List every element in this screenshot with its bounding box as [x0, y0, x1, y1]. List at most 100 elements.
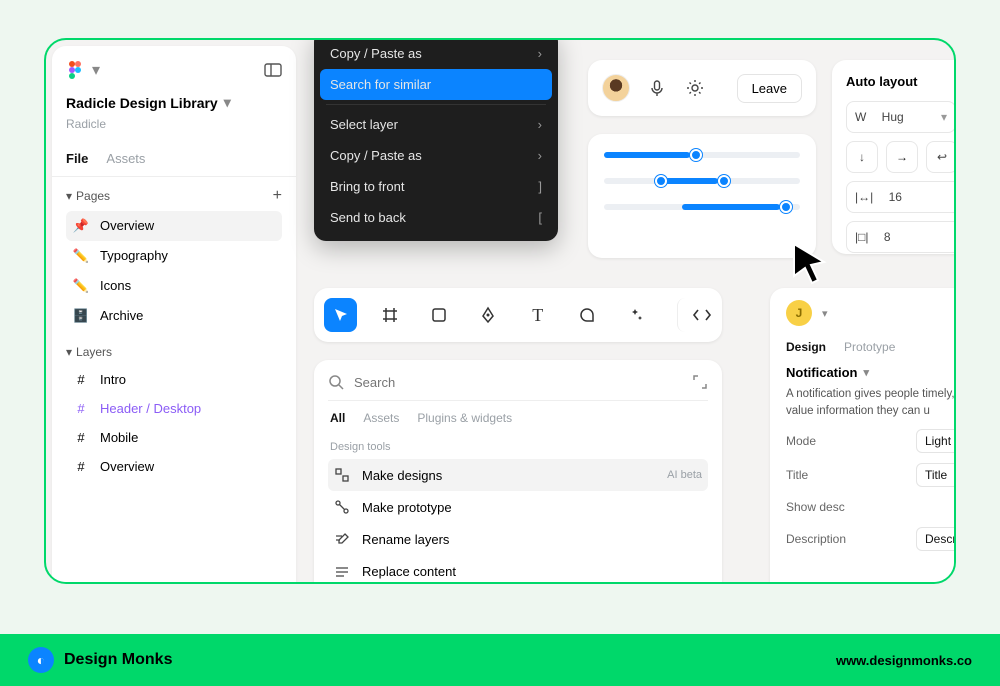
slider-1[interactable]: [604, 152, 800, 158]
proto-icon: [334, 499, 350, 515]
search-result-row[interactable]: Make prototype: [328, 491, 708, 523]
chevron-down-icon[interactable]: ▾: [66, 345, 72, 359]
search-input[interactable]: [354, 375, 682, 390]
toolbar: T: [314, 288, 722, 342]
expand-icon[interactable]: [692, 374, 708, 390]
gap-chip[interactable]: |□| 8: [846, 221, 956, 253]
chevron-right-icon: ›: [538, 46, 542, 61]
auto-layout-panel: Auto layout W Hug▾ H ↓ → ↩ |↔| 16▾ |□| 8: [832, 60, 956, 254]
tool-comment-icon[interactable]: [570, 298, 603, 332]
tool-devmode-icon[interactable]: [677, 298, 712, 332]
panel-toggle-icon[interactable]: [264, 63, 282, 77]
rename-icon: [334, 531, 350, 547]
context-menu-item[interactable]: Copy / Paste as›: [320, 38, 552, 69]
sidebar-tab-file[interactable]: File: [66, 151, 88, 166]
user-initial-avatar[interactable]: J: [786, 300, 812, 326]
tool-frame-icon[interactable]: [373, 298, 406, 332]
page-icon: ✏️: [72, 248, 90, 264]
search-result-row[interactable]: Replace content: [328, 555, 708, 584]
spacing-chip[interactable]: |↔| 16▾: [846, 181, 956, 213]
tool-rect-icon[interactable]: [423, 298, 456, 332]
layer-item[interactable]: #Overview: [66, 452, 282, 481]
rp-tab-prototype[interactable]: Prototype: [844, 340, 895, 354]
rp-section-title[interactable]: Notification▾: [786, 365, 869, 380]
layer-item[interactable]: #Mobile: [66, 423, 282, 452]
figma-icon[interactable]: [66, 61, 84, 79]
brand-url: www.designmonks.co: [836, 653, 972, 668]
leave-button[interactable]: Leave: [737, 74, 802, 103]
cursor-icon: [788, 240, 832, 288]
rp-mode-label: Mode: [786, 434, 816, 448]
context-menu-item[interactable]: Select layer›: [320, 109, 552, 140]
search-tab-plugins[interactable]: Plugins & widgets: [417, 411, 512, 425]
search-panel: All Assets Plugins & widgets Design tool…: [314, 360, 722, 584]
rp-desc-input[interactable]: Description: [916, 527, 956, 551]
page-icon: ✏️: [72, 278, 90, 294]
tool-pen-icon[interactable]: [472, 298, 505, 332]
sliders-panel: [588, 134, 816, 258]
project-subtitle: Radicle: [66, 117, 282, 131]
user-avatar[interactable]: [602, 74, 630, 102]
sidebar-tab-assets[interactable]: Assets: [106, 151, 145, 166]
tool-text-icon[interactable]: T: [521, 298, 554, 332]
frame-icon: #: [72, 459, 90, 474]
page-item[interactable]: 🗄️Archive: [66, 301, 282, 331]
design-icon: [334, 467, 350, 483]
left-sidebar: ▾ Radicle Design Library▾ Radicle File A…: [52, 46, 296, 584]
layers-label: Layers: [76, 345, 112, 359]
mic-icon[interactable]: [646, 77, 668, 99]
width-chip[interactable]: W Hug▾: [846, 101, 956, 133]
page-icon: 🗄️: [72, 308, 90, 324]
context-menu-item[interactable]: Bring to front]: [320, 171, 552, 202]
project-title[interactable]: Radicle Design Library▾: [66, 94, 231, 111]
page-item[interactable]: ✏️Typography: [66, 241, 282, 271]
right-panel: J ▾ ▾ Design Prototype Notification▾ A n…: [770, 288, 956, 584]
rp-mode-select[interactable]: Light▾: [916, 429, 956, 453]
chevron-down-icon[interactable]: ▾: [92, 60, 100, 80]
add-page-icon[interactable]: +: [273, 187, 282, 205]
brand-name: Design Monks: [64, 651, 172, 669]
arrow-down-icon[interactable]: ↓: [846, 141, 878, 173]
rp-title-label: Title: [786, 468, 808, 482]
search-icon: [328, 374, 344, 390]
replace-icon: [334, 563, 350, 579]
slider-3[interactable]: [604, 204, 800, 210]
tool-ai-icon[interactable]: [620, 298, 653, 332]
pages-label: Pages: [76, 189, 110, 203]
search-result-row[interactable]: Make designsAI beta: [328, 459, 708, 491]
rp-desc-label: Description: [786, 532, 846, 546]
context-menu-item[interactable]: Search for similar: [320, 69, 552, 100]
slider-2[interactable]: [604, 178, 800, 184]
frame-icon: #: [72, 372, 90, 387]
search-tab-assets[interactable]: Assets: [363, 411, 399, 425]
gap-icon: |□|: [855, 230, 868, 244]
rp-title-input[interactable]: Title: [916, 463, 956, 487]
page-icon: 📌: [72, 218, 90, 234]
wrap-icon[interactable]: ↩: [926, 141, 956, 173]
search-group-label: Design tools: [330, 441, 706, 453]
rp-description: A notification gives people timely, high…: [786, 386, 956, 419]
rp-showdesc-label: Show desc: [786, 500, 845, 514]
frame-icon: #: [72, 401, 90, 416]
layer-item[interactable]: #Intro: [66, 365, 282, 394]
layer-item[interactable]: #Header / Desktop: [66, 394, 282, 423]
context-menu-item[interactable]: Copy / Paste as›: [320, 140, 552, 171]
chevron-down-icon[interactable]: ▾: [66, 189, 72, 203]
spacing-icon: |↔|: [855, 190, 873, 204]
gear-icon[interactable]: [684, 77, 706, 99]
context-menu-item[interactable]: Send to back[: [320, 202, 552, 233]
rp-tab-design[interactable]: Design: [786, 340, 826, 354]
footer-bar: ◐ Design Monks www.designmonks.co: [0, 634, 1000, 686]
auto-layout-title: Auto layout: [846, 74, 956, 89]
chevron-right-icon: ›: [538, 117, 542, 132]
tool-move-icon[interactable]: [324, 298, 357, 332]
search-result-row[interactable]: Rename layers: [328, 523, 708, 555]
arrow-right-icon[interactable]: →: [886, 141, 918, 173]
brand-logo-icon: ◐: [28, 647, 54, 673]
search-tab-all[interactable]: All: [330, 411, 345, 425]
page-item[interactable]: ✏️Icons: [66, 271, 282, 301]
page-item[interactable]: 📌Overview: [66, 211, 282, 241]
chevron-right-icon: ›: [538, 148, 542, 163]
context-menu: Copy / Paste as›Search for similarSelect…: [314, 38, 558, 241]
collab-bar: Leave: [588, 60, 816, 116]
